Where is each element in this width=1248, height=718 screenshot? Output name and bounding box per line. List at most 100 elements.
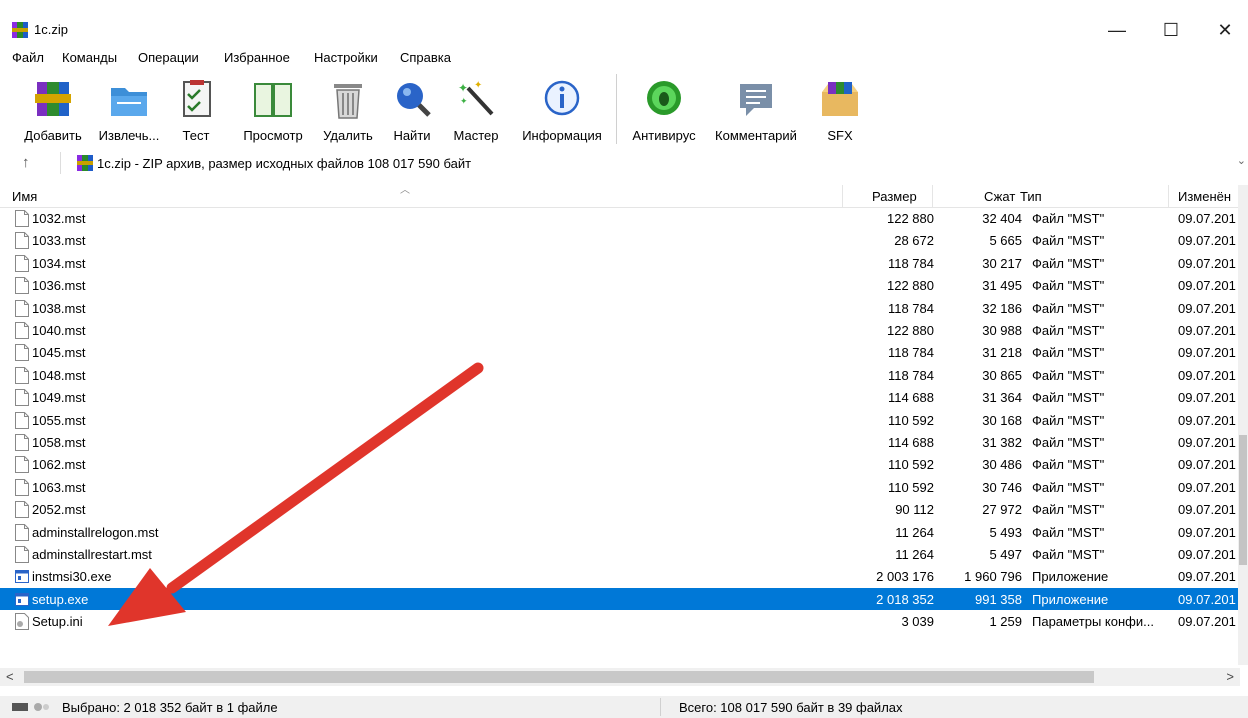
scroll-left-icon[interactable]: < — [6, 669, 14, 684]
file-size: 122 880 — [887, 278, 934, 294]
table-row[interactable]: 1045.mst 118 784 31 218 Файл "MST" 09.07.201 — [0, 341, 1240, 363]
scroll-right-icon[interactable]: > — [1226, 669, 1234, 684]
comment-button[interactable]: Комментарий — [704, 76, 808, 146]
table-row[interactable]: 1033.mst 28 672 5 665 Файл "MST" 09.07.201 — [0, 229, 1240, 251]
up-arrow-icon[interactable]: ↑ — [22, 154, 30, 171]
table-row[interactable]: 1038.mst 118 784 32 186 Файл "MST" 09.07.201 — [0, 297, 1240, 319]
menu-help[interactable]: Справка — [400, 50, 451, 65]
table-row[interactable]: 1036.mst 122 880 31 495 Файл "MST" 09.07.201 — [0, 274, 1240, 296]
horizontal-scroll-thumb[interactable] — [24, 671, 1094, 683]
file-type: Файл "MST" — [1032, 412, 1105, 428]
document-file-icon — [15, 232, 29, 250]
comment-icon — [740, 84, 772, 116]
table-row[interactable]: 1058.mst 114 688 31 382 Файл "MST" 09.07.201 — [0, 431, 1240, 453]
table-row[interactable]: 1040.mst 122 880 30 988 Файл "MST" 09.07.201 — [0, 319, 1240, 341]
toolbar-separator — [616, 74, 617, 144]
file-packed-size: 30 865 — [982, 367, 1022, 383]
delete-button[interactable]: Удалить — [314, 76, 382, 146]
menu-operations[interactable]: Операции — [138, 50, 199, 65]
file-type: Файл "MST" — [1032, 435, 1105, 450]
table-row[interactable]: 1034.mst 118 784 30 217 Файл "MST" 09.07.201 — [0, 252, 1240, 274]
file-type: Файл "MST" — [1032, 255, 1105, 271]
menu-favorites[interactable]: Избранное — [224, 50, 290, 65]
document-file-icon — [15, 254, 29, 272]
table-row[interactable]: 1049.mst 114 688 31 364 Файл "MST" 09.07.201 — [0, 386, 1240, 408]
header-size[interactable]: Размер — [872, 189, 917, 204]
header-modified[interactable]: Изменён — [1178, 189, 1231, 204]
document-file-icon — [15, 501, 29, 519]
vertical-scroll-thumb[interactable] — [1239, 435, 1247, 565]
menu-commands[interactable]: Команды — [62, 50, 117, 65]
file-size: 28 672 — [894, 233, 934, 249]
file-packed-size: 31 382 — [982, 435, 1022, 450]
extract-button[interactable]: Извлечь... — [90, 76, 168, 146]
svg-text:✦: ✦ — [460, 96, 468, 106]
table-row[interactable]: adminstallrestart.mst 11 264 5 497 Файл "MS… — [0, 543, 1240, 565]
file-modified: 09.07.201 — [1178, 524, 1236, 540]
add-archive-icon — [35, 82, 71, 116]
table-row[interactable]: 2052.mst 90 112 27 972 Файл "MST" 09.07.201 — [0, 498, 1240, 520]
address-field[interactable]: 1c.zip - ZIP архив, размер исходных файл… — [60, 152, 1248, 174]
table-row[interactable]: instmsi30.exe 2 003 176 1 960 796 Приложени… — [0, 565, 1240, 587]
file-packed-size: 31 495 — [982, 278, 1022, 294]
table-row[interactable]: 1048.mst 118 784 30 865 Файл "MST" 09.07.201 — [0, 364, 1240, 386]
table-row[interactable]: 1062.mst 110 592 30 486 Файл "MST" 09.07.201 — [0, 453, 1240, 475]
file-name: 1063.mst — [32, 479, 86, 495]
file-packed-size: 30 988 — [982, 323, 1022, 338]
antivirus-button[interactable]: Антивирус — [622, 76, 706, 146]
vertical-scrollbar[interactable] — [1238, 185, 1248, 665]
file-packed-size: 5 493 — [989, 524, 1022, 540]
menu-settings[interactable]: Настройки — [314, 50, 378, 65]
view-button[interactable]: Просмотр — [232, 76, 314, 146]
menu-file[interactable]: Файл — [12, 50, 44, 65]
file-type: Файл "MST" — [1032, 300, 1105, 316]
table-row[interactable]: 1055.mst 110 592 30 168 Файл "MST" 09.07.201 — [0, 409, 1240, 431]
file-name: 1040.mst — [32, 323, 86, 338]
file-name: 1058.mst — [32, 435, 86, 450]
file-modified: 09.07.201 — [1178, 547, 1236, 562]
file-size: 122 880 — [887, 323, 934, 338]
table-row[interactable]: adminstallrelogon.mst 11 264 5 493 Файл "MS… — [0, 521, 1240, 543]
table-row[interactable]: Setup.ini 3 039 1 259 Параметры конфи... 09.… — [0, 610, 1240, 632]
test-button[interactable]: Тест — [166, 76, 226, 146]
table-row[interactable]: 1032.mst 122 880 32 404 Файл "MST" 09.07.201 — [0, 207, 1240, 229]
wizard-button[interactable]: ✦ ✦ ✦ Мастер — [446, 76, 506, 146]
file-modified: 09.07.201 — [1178, 591, 1236, 607]
file-name: 1055.mst — [32, 412, 86, 428]
header-name[interactable]: Имя — [12, 189, 37, 204]
file-type: Файл "MST" — [1032, 278, 1105, 294]
close-button[interactable]: ✕ — [1202, 14, 1248, 46]
file-name: 1033.mst — [32, 233, 86, 249]
file-packed-size: 31 218 — [982, 345, 1022, 361]
header-type[interactable]: Тип — [1020, 189, 1042, 204]
table-row[interactable]: setup.exe 2 018 352 991 358 Приложение 09.07… — [0, 587, 1240, 610]
file-size: 110 592 — [887, 457, 934, 473]
file-modified: 09.07.201 — [1178, 367, 1236, 383]
find-icon — [397, 83, 431, 117]
find-button[interactable]: Найти — [382, 76, 442, 146]
file-packed-size: 32 404 — [982, 211, 1022, 226]
minimize-button[interactable]: — — [1094, 14, 1140, 46]
table-row[interactable]: 1063.mst 110 592 30 746 Файл "MST" 09.07.201 — [0, 476, 1240, 498]
file-type: Файл "MST" — [1032, 211, 1105, 226]
file-size: 110 592 — [887, 412, 934, 428]
document-file-icon — [15, 277, 29, 295]
file-name: 1038.mst — [32, 300, 86, 316]
file-modified: 09.07.201 — [1178, 457, 1236, 473]
maximize-button[interactable]: ☐ — [1148, 14, 1194, 46]
file-name: instmsi30.exe — [32, 569, 112, 585]
file-type: Файл "MST" — [1032, 524, 1105, 540]
header-packed[interactable]: Сжат — [984, 189, 1015, 204]
status-bar: Выбрано: 2 018 352 байт в 1 файле Всего:… — [0, 696, 1248, 718]
file-size: 118 784 — [887, 300, 934, 316]
file-modified: 09.07.201 — [1178, 255, 1236, 271]
document-file-icon — [15, 546, 29, 563]
add-button[interactable]: Добавить — [14, 76, 92, 146]
sfx-button[interactable]: SFX — [812, 76, 868, 146]
info-button[interactable]: Информация — [512, 76, 612, 146]
status-total: Всего: 108 017 590 байт в 39 файлах — [679, 700, 903, 715]
horizontal-scrollbar[interactable]: < > — [0, 668, 1240, 686]
sfx-icon — [822, 82, 858, 116]
chevron-down-icon[interactable]: ⌄ — [1237, 154, 1246, 167]
file-modified: 09.07.201 — [1178, 211, 1236, 226]
